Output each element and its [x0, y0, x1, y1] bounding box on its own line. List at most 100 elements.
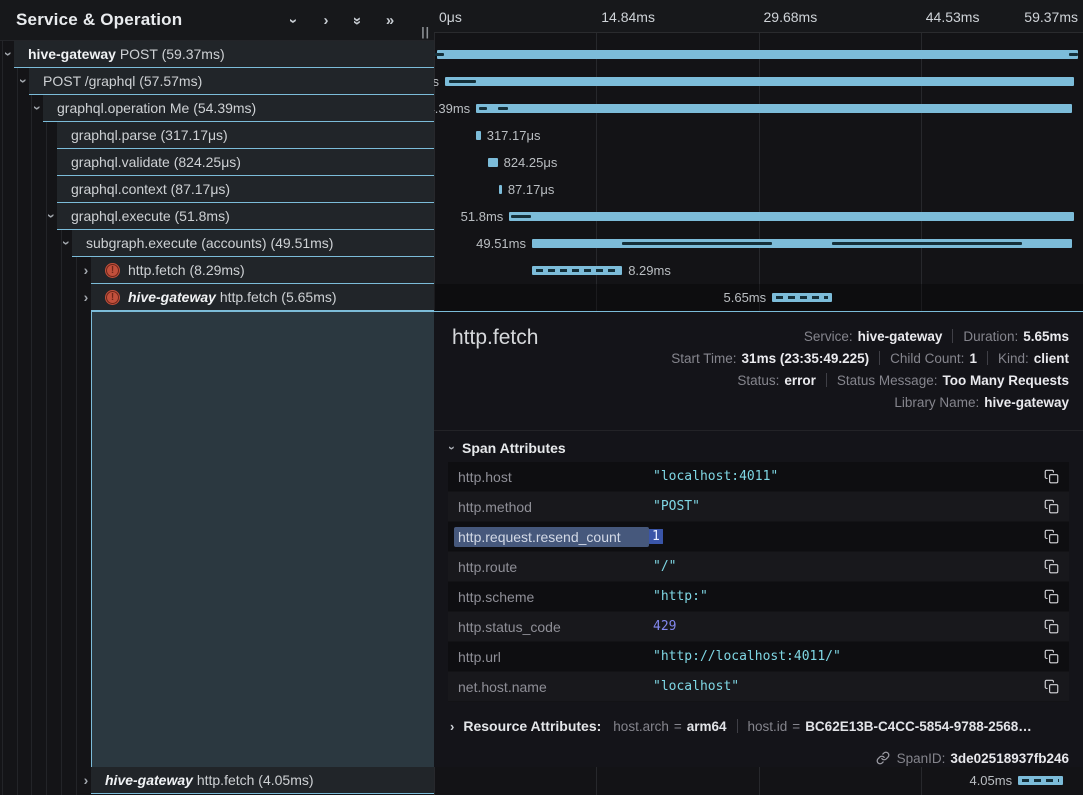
meta-value: hive-gateway	[858, 329, 943, 344]
separator	[952, 329, 953, 343]
span-duration-bar[interactable]	[488, 158, 498, 167]
child-span-mark	[498, 107, 508, 110]
chevron-right-icon[interactable]: ›	[79, 284, 93, 310]
error-icon	[105, 263, 120, 278]
copy-icon[interactable]	[1039, 649, 1059, 664]
span-label: hive-gateway POST (59.37ms)	[28, 46, 225, 62]
duration-label: 51.8ms	[461, 203, 504, 230]
chevron-right-icon[interactable]: ›	[79, 767, 93, 793]
attribute-row: http.route"/"	[448, 552, 1069, 582]
chevron-right-icon[interactable]: ›	[318, 13, 334, 29]
timeline-header: 0μs14.84ms29.68ms44.53ms59.37ms	[434, 0, 1083, 33]
span-label: graphql.operation Me (54.39ms)	[57, 100, 256, 116]
meta-value: 5.65ms	[1023, 329, 1069, 344]
tree-row: graphql.validate (824.25μs)	[0, 149, 434, 176]
attribute-key[interactable]: http.route	[458, 559, 653, 575]
tree-row: › graphql.operation Me (54.39ms)	[0, 95, 434, 122]
chevron-down-icon[interactable]: ›	[11, 74, 37, 88]
span-row[interactable]: ›graphql.execute (51.8ms)	[57, 203, 434, 230]
span-row[interactable]: ›hive-gateway http.fetch (5.65ms)	[91, 284, 434, 311]
chevron-down-icon: ›	[445, 446, 459, 450]
attribute-value[interactable]: "localhost:4011"	[653, 469, 1039, 484]
panel-resize-handle[interactable]: ||	[421, 25, 430, 39]
copy-icon[interactable]	[1039, 529, 1059, 544]
span-row[interactable]: graphql.validate (824.25μs)	[57, 149, 434, 176]
span-label: POST /graphql (57.57ms)	[43, 73, 202, 89]
span-row[interactable]: graphql.parse (317.17μs)	[57, 122, 434, 149]
error-icon	[105, 290, 120, 305]
span-id-label: SpanID:	[897, 751, 946, 766]
attribute-key[interactable]: http.status_code	[458, 619, 653, 635]
attribute-value[interactable]: 1	[649, 529, 1039, 544]
attribute-value[interactable]: "localhost"	[653, 679, 1039, 694]
child-span-mark	[479, 107, 487, 110]
copy-icon[interactable]	[1039, 469, 1059, 484]
chevron-right-icon[interactable]: ›	[79, 257, 93, 283]
tree-header-icons: › › » »	[286, 0, 398, 41]
span-duration-bar[interactable]	[445, 77, 1074, 86]
copy-icon[interactable]	[1039, 559, 1059, 574]
attribute-row: http.status_code429	[448, 612, 1069, 642]
span-label: hive-gateway http.fetch (5.65ms)	[128, 289, 337, 305]
span-label: graphql.validate (824.25μs)	[71, 154, 241, 170]
attribute-value[interactable]: "http:"	[653, 589, 1039, 604]
attribute-value[interactable]: "http://localhost:4011/"	[653, 649, 1039, 664]
duration-label: 57.57ms	[434, 68, 439, 95]
attribute-key[interactable]: net.host.name	[458, 679, 653, 695]
attribute-value[interactable]: "/"	[653, 559, 1039, 574]
span-duration-bar[interactable]	[499, 185, 502, 194]
chevron-down-icon[interactable]: ›	[0, 47, 22, 61]
copy-icon[interactable]	[1039, 589, 1059, 604]
double-chevron-right-icon[interactable]: »	[382, 13, 398, 29]
span-row[interactable]: ›http.fetch (8.29ms)	[91, 257, 434, 284]
chevron-down-icon[interactable]: ›	[54, 236, 80, 250]
attribute-value[interactable]: "POST"	[653, 499, 1039, 514]
attribute-value[interactable]: 429	[653, 619, 1039, 634]
time-tick-label: 14.84ms	[596, 0, 655, 33]
meta-value: Too Many Requests	[942, 373, 1069, 388]
span-row[interactable]: graphql.context (87.17μs)	[57, 176, 434, 203]
child-span-mark	[435, 53, 443, 56]
duration-label: 49.51ms	[476, 230, 526, 257]
selected-span-expansion	[91, 311, 434, 767]
copy-icon[interactable]	[1039, 679, 1059, 694]
detail-meta: Service:hive-gatewayDuration:5.65msStart…	[671, 325, 1069, 413]
attribute-key[interactable]: http.url	[458, 649, 653, 665]
resource-attributes-title[interactable]: Resource Attributes:	[463, 718, 601, 734]
chevron-down-icon[interactable]: ›	[286, 13, 302, 29]
double-chevron-down-icon[interactable]: »	[350, 13, 366, 29]
copy-icon[interactable]	[1039, 619, 1059, 634]
attribute-key[interactable]: http.method	[458, 499, 653, 515]
span-row[interactable]: ›subgraph.execute (accounts) (49.51ms)	[72, 230, 434, 257]
span-duration-bar[interactable]	[476, 131, 481, 140]
duration-label: 87.17μs	[508, 176, 555, 203]
span-row[interactable]: ›POST /graphql (57.57ms)	[29, 68, 434, 95]
meta-label: Status Message:	[837, 373, 938, 388]
child-span-mark	[1069, 53, 1077, 56]
detail-meta-line: Start Time:31ms (23:35:49.225)Child Coun…	[671, 347, 1069, 369]
span-duration-bar[interactable]	[509, 212, 1074, 221]
chevron-down-icon[interactable]: ›	[39, 209, 65, 223]
link-icon[interactable]	[876, 751, 890, 765]
service-name: hive-gateway	[105, 772, 193, 788]
span-label: graphql.context (87.17μs)	[71, 181, 230, 197]
attribute-key[interactable]: http.host	[458, 469, 653, 485]
copy-icon[interactable]	[1039, 499, 1059, 514]
span-attributes-header[interactable]: › Span Attributes	[450, 440, 566, 456]
timeline-row: 8.29ms	[434, 257, 1083, 284]
span-duration-bar[interactable]	[437, 50, 1079, 59]
separator	[737, 719, 738, 733]
tree-row: ›subgraph.execute (accounts) (49.51ms)	[0, 230, 434, 257]
span-row[interactable]: ›graphql.operation Me (54.39ms)	[43, 95, 434, 122]
span-row[interactable]: ›hive-gateway POST (59.37ms)	[14, 41, 434, 68]
time-tick-label: 0μs	[434, 0, 462, 33]
span-row[interactable]: ›hive-gateway http.fetch (4.05ms)	[91, 767, 434, 794]
chevron-down-icon[interactable]: ›	[25, 101, 51, 115]
timeline-row: 5.65ms	[434, 284, 1083, 311]
attribute-key[interactable]: http.request.resend_count	[454, 527, 649, 547]
meta-label: Status:	[737, 373, 779, 388]
attribute-key[interactable]: http.scheme	[458, 589, 653, 605]
meta-value: client	[1034, 351, 1069, 366]
span-duration-bar[interactable]	[476, 104, 1072, 113]
tree-row: graphql.context (87.17μs)	[0, 176, 434, 203]
